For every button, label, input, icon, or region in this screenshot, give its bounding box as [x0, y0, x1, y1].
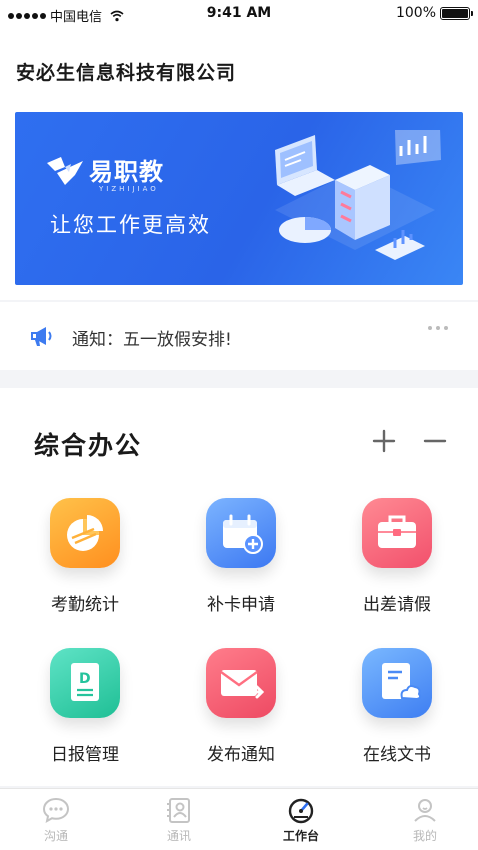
daily-report-icon: D — [50, 648, 120, 718]
app-tile-online-documents[interactable]: 在线文书 — [336, 648, 456, 788]
section-title: 综合办公 — [34, 431, 143, 460]
svg-text:D: D — [79, 671, 91, 687]
tab-label: 工作台 — [282, 829, 319, 843]
brand-name: 易职教 — [89, 158, 164, 186]
chat-bubble-icon — [42, 797, 70, 823]
remove-icon[interactable] — [422, 428, 448, 454]
bottom-tab-bar: 沟通 通讯 工作台 我的 — [0, 788, 478, 850]
promo-banner[interactable]: 易职教 YIZHIJIAO 让您工作更高效 — [15, 112, 463, 285]
pie-chart-icon — [50, 498, 120, 568]
mail-send-icon — [206, 648, 276, 718]
megaphone-icon — [31, 327, 52, 346]
user-profile-icon — [414, 799, 436, 822]
tab-profile[interactable]: 我的 — [385, 795, 465, 844]
more-options-icon[interactable] — [428, 326, 448, 330]
company-header: 安必生信息科技有限公司 — [0, 28, 478, 100]
contacts-icon — [167, 798, 190, 823]
notice-text[interactable]: 通知：五一放假安排! — [72, 325, 232, 350]
brand-pinyin: YIZHIJIAO — [99, 185, 159, 193]
brand-logo-group: 易职教 — [45, 152, 164, 187]
app-tile-daily-report[interactable]: D 日报管理 — [24, 648, 144, 788]
app-tile-business-trip-leave[interactable]: 出差请假 — [336, 498, 456, 638]
brand-logo-icon — [47, 156, 83, 185]
briefcase-icon — [362, 498, 432, 568]
app-label: 日报管理 — [51, 745, 119, 765]
battery-icon — [440, 6, 473, 20]
app-label: 在线文书 — [363, 745, 431, 765]
banner-section: 易职教 YIZHIJIAO 让您工作更高效 — [0, 100, 478, 300]
dashboard-gauge-icon — [288, 798, 314, 824]
banner-slogan: 让您工作更高效 — [50, 213, 211, 237]
status-bar: 中国电信 9:41 AM 100% — [0, 0, 478, 28]
app-label: 出差请假 — [363, 595, 431, 615]
notice-bar[interactable]: 通知：五一放假安排! — [0, 302, 478, 370]
calendar-add-icon — [206, 498, 276, 568]
app-label: 发布通知 — [207, 745, 275, 765]
tab-contacts[interactable]: 通讯 — [139, 795, 219, 844]
status-right: 100% — [395, 5, 473, 21]
office-isometric-illustration-icon — [275, 130, 441, 260]
tab-label: 我的 — [412, 829, 437, 843]
app-label: 补卡申请 — [207, 595, 275, 615]
app-tile-publish-notice[interactable]: 发布通知 — [180, 648, 300, 788]
add-icon[interactable] — [371, 428, 397, 454]
tab-label: 通讯 — [166, 829, 191, 843]
cloud-document-icon — [362, 648, 432, 718]
battery-percent: 100% — [395, 5, 436, 21]
tab-workbench[interactable]: 工作台 — [261, 795, 341, 844]
app-tile-card-supplement[interactable]: 补卡申请 — [180, 498, 300, 638]
office-section: 综合办公 考勤统计 补卡申请 出差请假 D 日报管理 发布通知 在线文书 — [0, 388, 478, 786]
app-tile-attendance-stats[interactable]: 考勤统计 — [24, 498, 144, 638]
tab-chat[interactable]: 沟通 — [16, 795, 96, 844]
app-label: 考勤统计 — [51, 595, 119, 615]
company-name[interactable]: 安必生信息科技有限公司 — [16, 58, 236, 85]
tab-label: 沟通 — [43, 829, 68, 843]
